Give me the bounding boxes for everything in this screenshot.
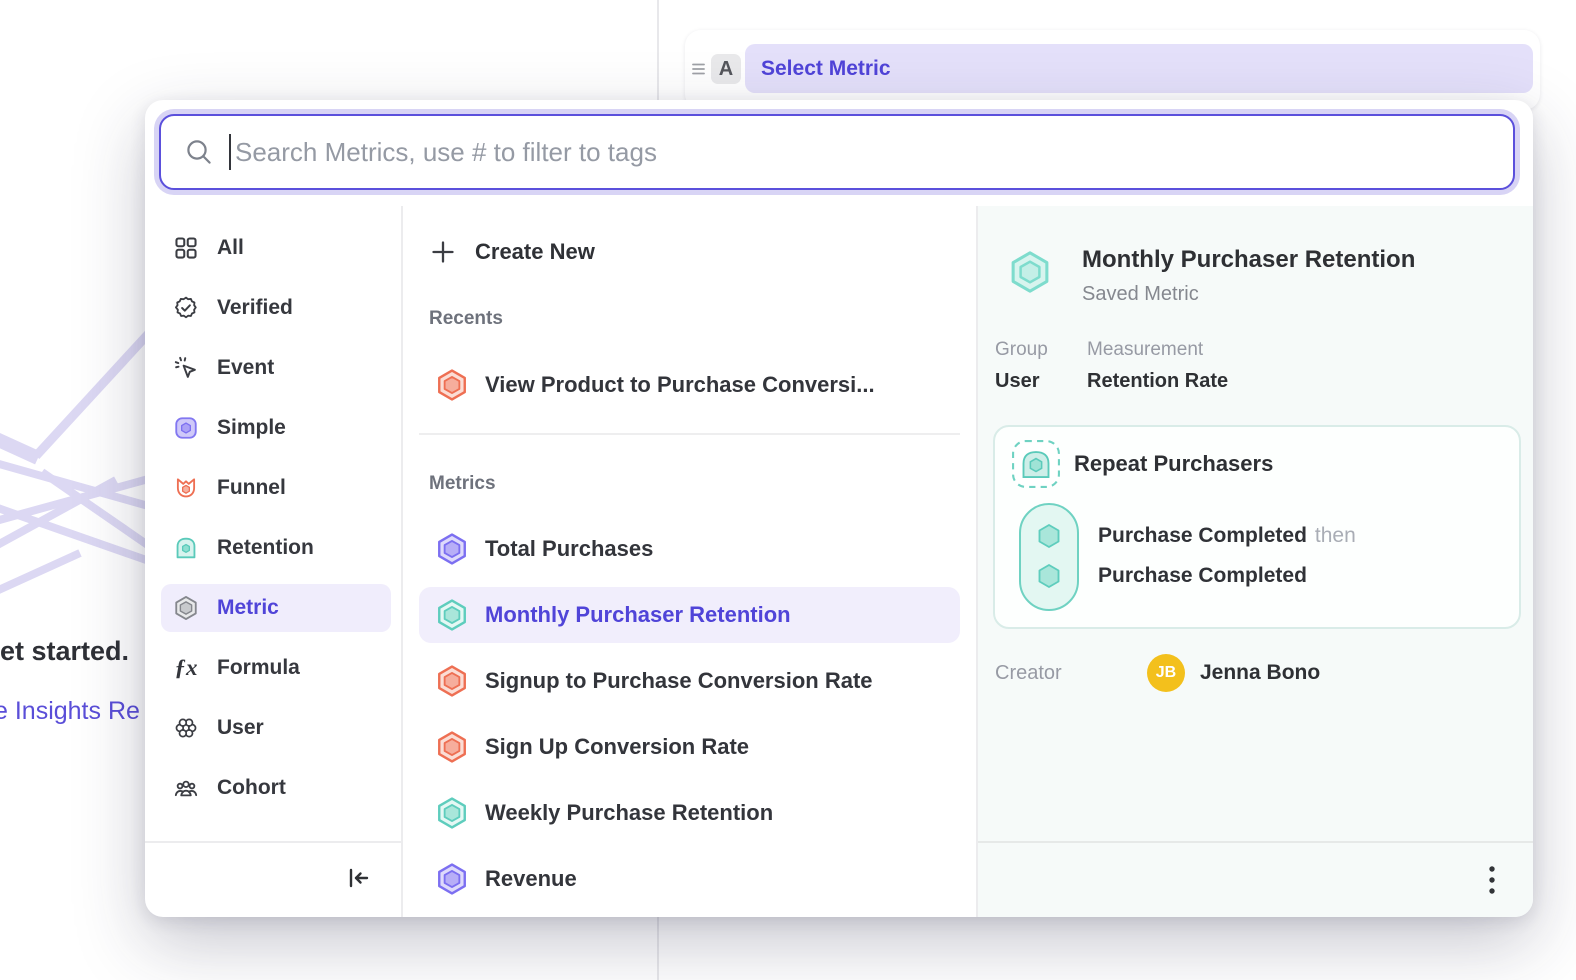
sidebar-item-label: User bbox=[217, 716, 264, 740]
create-new-label: Create New bbox=[475, 239, 595, 265]
metric-item-label: Weekly Purchase Retention bbox=[485, 800, 773, 826]
metric-item-label: Sign Up Conversion Rate bbox=[485, 734, 749, 760]
event-hexagon-icon bbox=[1034, 521, 1064, 556]
collapse-left-icon[interactable] bbox=[343, 863, 373, 898]
grid-icon bbox=[173, 235, 199, 261]
metric-row-card: A Select Metric bbox=[685, 30, 1540, 110]
metric-detail-panel: Monthly Purchaser Retention Saved Metric… bbox=[978, 206, 1533, 917]
sidebar-item-label: All bbox=[217, 236, 244, 260]
creator-name: Jenna Bono bbox=[1200, 661, 1320, 685]
metric-item-label: Total Purchases bbox=[485, 536, 653, 562]
sidebar-item-verified[interactable]: Verified bbox=[161, 284, 391, 332]
sidebar-item-all[interactable]: All bbox=[161, 224, 391, 272]
metric-list-item[interactable]: Monthly Purchaser Retention bbox=[419, 587, 960, 643]
detail-footer bbox=[978, 841, 1533, 917]
list-divider bbox=[419, 433, 960, 435]
step-1-event: Purchase Completedthen bbox=[1098, 524, 1356, 548]
behavior-title: Repeat Purchasers bbox=[1074, 451, 1273, 477]
section-label-metrics: Metrics bbox=[429, 471, 960, 497]
sidebar-item-label: Retention bbox=[217, 536, 314, 560]
user-cluster-icon bbox=[173, 715, 199, 741]
search-metrics-input[interactable] bbox=[233, 136, 1491, 169]
creator-label: Creator bbox=[995, 662, 1147, 685]
sidebar-item-metric[interactable]: Metric bbox=[161, 584, 391, 632]
metric-item-label: Revenue bbox=[485, 866, 577, 892]
sidebar-item-cohort[interactable]: Cohort bbox=[161, 764, 391, 812]
simple-shape-icon bbox=[173, 415, 199, 441]
metric-hexagon-icon bbox=[435, 532, 469, 566]
metric-hexagon-icon bbox=[435, 368, 469, 402]
sequence-connector: then bbox=[1315, 524, 1356, 547]
sidebar-item-label: Cohort bbox=[217, 776, 286, 800]
saved-metric-hexagon-icon bbox=[1007, 249, 1053, 295]
search-icon bbox=[183, 136, 215, 168]
metric-picker-modal: All Verified Event Simple Funnel Retention Me… bbox=[145, 100, 1533, 917]
metric-hexagon-icon bbox=[435, 664, 469, 698]
metric-item-label: View Product to Purchase Conversi... bbox=[485, 372, 875, 398]
detail-field-measurement: Measurement Retention Rate bbox=[1087, 339, 1228, 393]
cursor-click-icon bbox=[173, 355, 199, 381]
event-hexagon-icon bbox=[1034, 561, 1064, 596]
background-partial-heading: et started. bbox=[0, 636, 129, 667]
plus-icon bbox=[429, 238, 457, 266]
metric-list-item[interactable]: Signup to Purchase Conversion Rate bbox=[419, 653, 960, 709]
metric-list-item[interactable]: Total Purchases bbox=[419, 521, 960, 577]
series-letter-badge[interactable]: A bbox=[711, 54, 741, 84]
metric-item-label: Monthly Purchaser Retention bbox=[485, 602, 791, 628]
metric-list-item[interactable]: Sign Up Conversion Rate bbox=[419, 719, 960, 775]
search-bar[interactable] bbox=[159, 114, 1515, 190]
field-label: Group bbox=[995, 339, 1063, 361]
metric-hexagon-icon bbox=[435, 796, 469, 830]
sidebar-item-label: Verified bbox=[217, 296, 293, 320]
metric-item-label: Signup to Purchase Conversion Rate bbox=[485, 668, 873, 694]
select-metric-label: Select Metric bbox=[761, 57, 891, 81]
sidebar-footer bbox=[145, 841, 401, 917]
creator-row: Creator JB Jenna Bono bbox=[995, 653, 1320, 693]
field-label: Measurement bbox=[1087, 339, 1228, 361]
metric-list-item[interactable]: View Product to Purchase Conversi... bbox=[419, 357, 960, 413]
sidebar-item-formula[interactable]: ƒx Formula bbox=[161, 644, 391, 692]
funnel-shape-icon bbox=[173, 475, 199, 501]
kebab-menu-icon[interactable] bbox=[1487, 864, 1497, 896]
step-2-event: Purchase Completed bbox=[1098, 564, 1307, 588]
field-value: Retention Rate bbox=[1087, 370, 1228, 393]
sidebar-item-label: Formula bbox=[217, 656, 300, 680]
retention-arch-icon bbox=[173, 535, 199, 561]
metric-hexagon-icon bbox=[173, 595, 199, 621]
category-sidebar: All Verified Event Simple Funnel Retention Me… bbox=[145, 206, 401, 917]
metric-list-item[interactable]: Weekly Purchase Retention bbox=[419, 785, 960, 841]
sidebar-item-funnel[interactable]: Funnel bbox=[161, 464, 391, 512]
detail-title: Monthly Purchaser Retention bbox=[1082, 246, 1415, 274]
sidebar-item-retention[interactable]: Retention bbox=[161, 524, 391, 572]
select-metric-button[interactable]: Select Metric bbox=[745, 44, 1533, 93]
metric-hexagon-icon bbox=[435, 598, 469, 632]
sidebar-item-label: Simple bbox=[217, 416, 286, 440]
sidebar-item-event[interactable]: Event bbox=[161, 344, 391, 392]
verified-badge-icon bbox=[173, 295, 199, 321]
field-value: User bbox=[995, 370, 1063, 393]
cohort-people-icon bbox=[173, 775, 199, 801]
sidebar-item-user[interactable]: User bbox=[161, 704, 391, 752]
event-sequence-pill bbox=[1019, 503, 1079, 611]
detail-field-group: Group User bbox=[995, 339, 1063, 393]
sidebar-item-label: Event bbox=[217, 356, 274, 380]
section-label-recents: Recents bbox=[429, 306, 960, 332]
metric-list-item[interactable]: Revenue bbox=[419, 851, 960, 907]
metric-list: Create New Recents View Product to Purch… bbox=[401, 206, 978, 917]
metric-definition-card: Repeat Purchasers Purchase Completedthen… bbox=[993, 425, 1521, 629]
text-caret bbox=[229, 134, 231, 170]
sidebar-item-simple[interactable]: Simple bbox=[161, 404, 391, 452]
retention-behavior-icon bbox=[1011, 439, 1061, 489]
background-partial-link[interactable]: e Insights Re bbox=[0, 697, 140, 726]
formula-fx-icon: ƒx bbox=[173, 655, 199, 681]
create-new-button[interactable]: Create New bbox=[419, 232, 960, 272]
sidebar-item-label: Metric bbox=[217, 596, 279, 620]
detail-subtitle: Saved Metric bbox=[1082, 283, 1199, 306]
creator-avatar[interactable]: JB bbox=[1147, 654, 1185, 692]
sidebar-item-label: Funnel bbox=[217, 476, 286, 500]
metric-hexagon-icon bbox=[435, 730, 469, 764]
metric-hexagon-icon bbox=[435, 862, 469, 896]
drag-handle-icon[interactable] bbox=[689, 60, 709, 78]
